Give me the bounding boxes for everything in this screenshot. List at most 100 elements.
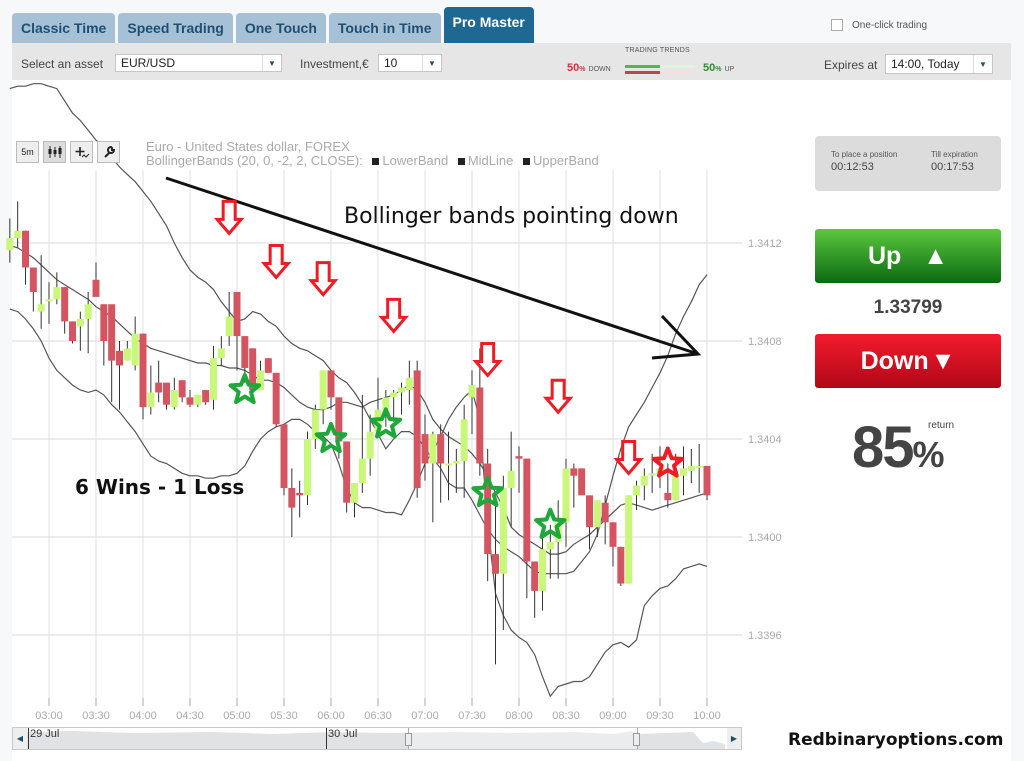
x-tick-label: 09:00 [599,710,627,722]
candle-body [186,397,194,405]
candle [123,341,131,361]
candle-body [421,434,429,464]
x-tick-label: 05:00 [223,710,251,722]
candle-body [515,456,523,459]
candle [272,372,280,427]
candle-body [225,316,233,337]
add-indicator-icon[interactable] [70,141,93,163]
candlestick-icon[interactable] [43,141,66,163]
till-value: 00:17:53 [931,161,974,173]
candle-body [429,434,437,464]
candle-body [570,468,578,476]
candle [61,287,69,334]
place-position-timer: To place a position 00:12:53 [831,150,897,173]
candle [680,446,687,496]
candle [617,546,625,586]
candle-body [280,424,288,488]
candle [225,292,233,346]
candle-body [217,348,225,359]
legend-swatch [522,158,530,165]
candle-body [617,546,625,584]
candle [311,404,319,449]
candle [170,377,178,410]
y-tick-label: 1.3412 [748,238,782,250]
candle [351,483,358,518]
triangle-down-icon: ▼ [930,346,956,375]
candle-body [139,333,147,408]
candle [210,345,217,410]
candle [45,282,53,324]
place-label: To place a position [831,150,898,159]
candle-body [499,488,507,574]
candle-body [155,382,163,393]
till-label: Till expiration [931,150,978,159]
candle-body [523,458,531,562]
till-expiration-timer: Till expiration 00:17:53 [931,150,978,173]
wrench-icon[interactable] [97,141,120,163]
candle [625,495,633,584]
candle-body [61,287,69,322]
candle [22,230,29,285]
candle [695,443,703,493]
navigator-left-handle[interactable] [405,733,412,746]
down-button[interactable]: Down ▼ [815,334,1001,388]
candle-body [170,390,178,408]
candle [398,382,405,415]
candle-body [601,502,609,523]
candle-body [468,385,476,398]
candle [100,304,108,366]
candle-body [672,475,680,501]
current-price: 1.33799 [873,297,943,318]
x-tick-label: 07:00 [411,710,439,722]
candle [507,431,515,528]
chart-navigator[interactable]: ◀ 29 Jul 30 Jul ▶ [12,727,742,750]
chart-title: Euro - United States dollar, FOREX [146,139,350,154]
candle-body [351,483,358,503]
candle [29,267,37,312]
candle-body [14,230,22,239]
x-tick-label: 06:00 [317,710,345,722]
legend-swatch [457,158,465,165]
candle-body [202,390,210,403]
candle-body [578,468,586,496]
candle-body [703,465,711,496]
candle-body [163,382,170,405]
score-annotation: 6 Wins - 1 Loss [75,475,245,499]
x-tick-label: 10:00 [693,710,721,722]
candle-body [405,377,413,390]
down-arrow-icon [613,440,644,476]
navigator-left-arrow[interactable]: ◀ [13,728,27,749]
candle-body [664,492,672,501]
candle [131,316,139,371]
legend-mid: MidLine [467,153,514,168]
up-label: Up [867,241,902,270]
navigator-right-arrow[interactable]: ▶ [727,728,741,749]
candle [280,424,288,496]
candle-body [687,465,695,471]
candle [194,394,202,408]
candle [578,468,586,496]
candle [593,500,601,537]
candle [687,448,695,484]
candle-body [92,279,100,297]
navigator-right-handle[interactable] [633,733,640,746]
candle [296,480,304,518]
period-button[interactable]: 5m [16,141,39,163]
candle [233,292,241,371]
candle-body [680,468,687,476]
candle [492,502,499,665]
candle-body [288,488,296,508]
down-label: Down [860,346,929,375]
navigator-window[interactable] [408,728,638,749]
candle [327,370,335,410]
up-button[interactable]: Up ▲ [815,229,1001,283]
legend-swatch [372,158,380,165]
candle [178,380,186,403]
candle [554,500,562,579]
candle-body [531,561,539,591]
x-tick-label: 03:00 [35,710,63,722]
down-arrow-icon [213,199,245,236]
candle [69,321,76,344]
candle [609,522,617,567]
down-arrow-icon [307,261,339,297]
